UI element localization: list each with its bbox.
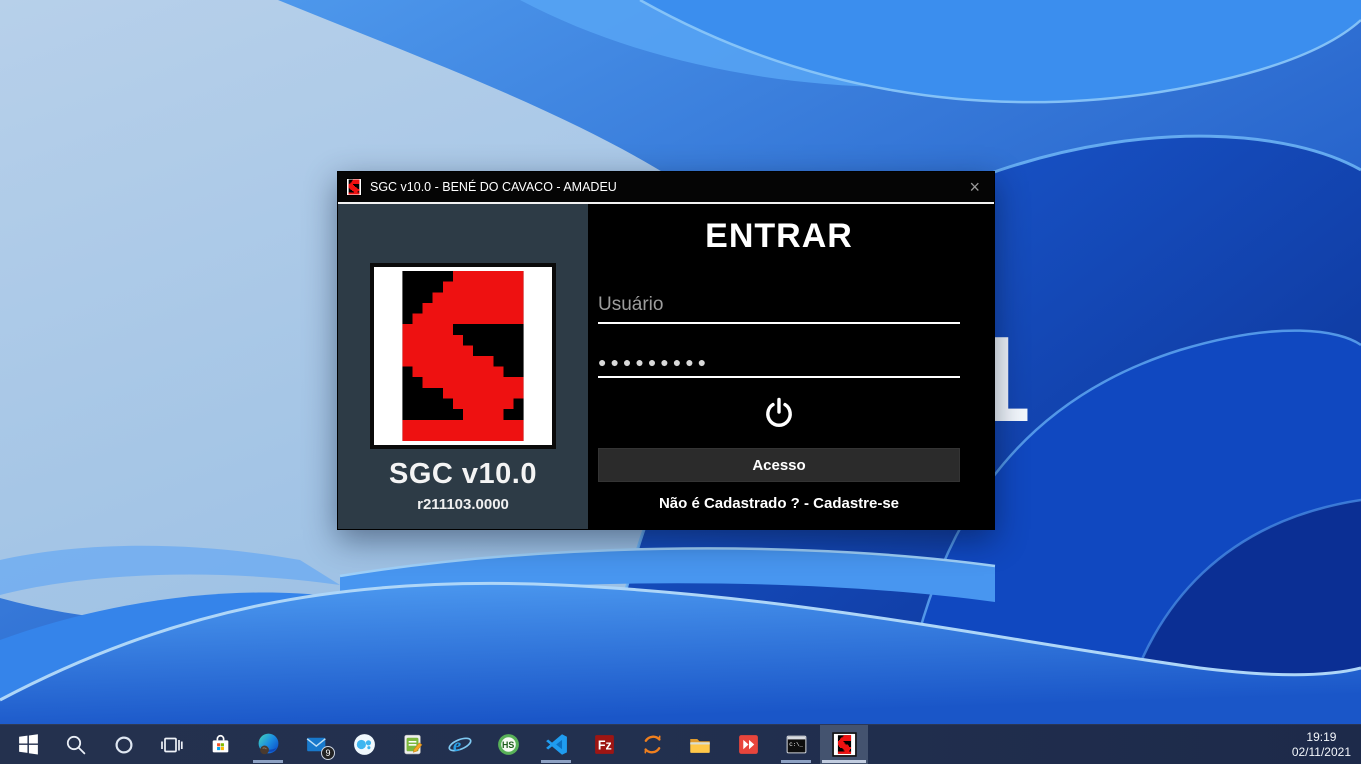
login-heading: ENTRAR	[598, 214, 960, 258]
username-placeholder: Usuário	[598, 294, 663, 316]
power-icon[interactable]	[598, 392, 960, 436]
running-indicator	[541, 760, 571, 763]
taskbar: 9 e	[0, 724, 1361, 764]
register-link[interactable]: Não é Cadastrado ? - Cadastre-se	[598, 495, 960, 512]
filezilla-button[interactable]: Fz	[580, 725, 628, 764]
vscode-button[interactable]	[532, 725, 580, 764]
search-button[interactable]	[52, 725, 100, 764]
taskbar-clock[interactable]: 19:19 02/11/2021	[1286, 725, 1361, 764]
clock-date: 02/11/2021	[1292, 745, 1351, 760]
notepad-plus-plus-button[interactable]	[388, 725, 436, 764]
sgc-taskbar-button[interactable]	[820, 725, 868, 764]
task-view-button[interactable]	[148, 725, 196, 764]
sync-app-button[interactable]	[628, 725, 676, 764]
file-explorer-button[interactable]	[676, 725, 724, 764]
svg-text:e: e	[453, 734, 461, 754]
password-input[interactable]: ●●●●●●●●●	[598, 336, 960, 378]
close-button[interactable]: ×	[965, 178, 984, 196]
login-panel: ENTRAR Usuário ●●●●●●●●● Acesso Não é Ca…	[588, 204, 994, 529]
running-indicator	[781, 760, 811, 763]
mail-badge: 9	[321, 746, 335, 760]
window-body: SGC v10.0 r211103.0000 ENTRAR Usuário ●●…	[338, 204, 994, 529]
messaging-app-button[interactable]	[340, 725, 388, 764]
cortana-button[interactable]	[100, 725, 148, 764]
branding-panel: SGC v10.0 r211103.0000	[338, 204, 588, 529]
sgc-logo	[370, 263, 556, 449]
mail-button[interactable]: 9	[292, 725, 340, 764]
heidisql-button[interactable]: HS	[484, 725, 532, 764]
window-title: SGC v10.0 - BENÉ DO CAVACO - AMADEU	[370, 180, 965, 194]
app-name: SGC v10.0	[389, 458, 537, 491]
svg-text:Fz: Fz	[597, 739, 611, 753]
svg-text:C:\_: C:\_	[789, 741, 803, 748]
microsoft-store-button[interactable]	[196, 725, 244, 764]
window-titlebar[interactable]: SGC v10.0 - BENÉ DO CAVACO - AMADEU ×	[338, 172, 994, 202]
username-input[interactable]: Usuário	[598, 282, 960, 324]
sgc-login-window: SGC v10.0 - BENÉ DO CAVACO - AMADEU × SG…	[337, 171, 995, 530]
command-prompt-button[interactable]: C:\_	[772, 725, 820, 764]
desktop: 1 SGC v10.0 - BENÉ DO CAVACO - AMADEU × …	[0, 0, 1361, 764]
app-build-version: r211103.0000	[417, 496, 509, 513]
svg-text:HS: HS	[502, 740, 514, 750]
password-masked-value: ●●●●●●●●●	[598, 354, 710, 370]
red-diamond-app-button[interactable]	[724, 725, 772, 764]
clock-time: 19:19	[1292, 730, 1351, 745]
running-indicator	[253, 760, 283, 763]
sgc-titlebar-icon	[346, 178, 362, 196]
active-indicator	[822, 760, 866, 763]
acesso-button[interactable]: Acesso	[598, 448, 960, 482]
internet-explorer-button[interactable]: e	[436, 725, 484, 764]
start-button[interactable]	[4, 725, 52, 764]
edge-button[interactable]	[244, 725, 292, 764]
